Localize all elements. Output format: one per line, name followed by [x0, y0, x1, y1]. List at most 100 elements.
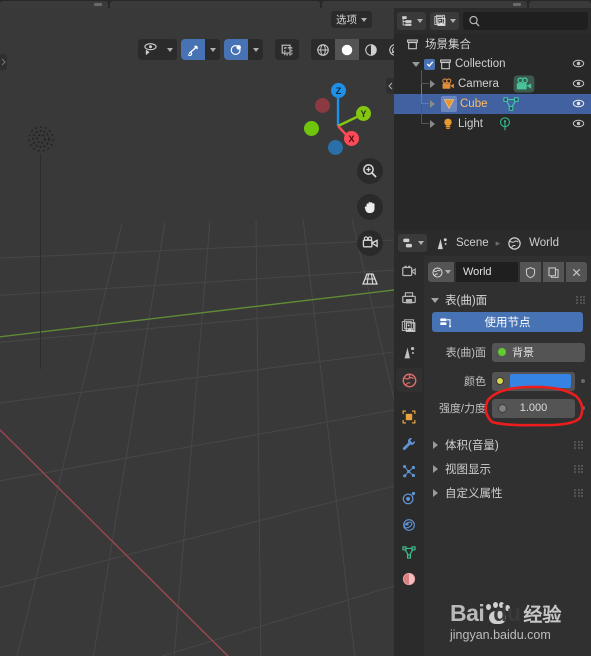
tab-data[interactable] — [396, 540, 422, 564]
outliner-header — [394, 8, 591, 34]
custom-properties-panel-label: 自定义属性 — [445, 488, 503, 500]
window-tab[interactable] — [529, 1, 591, 8]
proportional-dropdown[interactable] — [248, 39, 263, 60]
shield-icon[interactable] — [520, 262, 541, 282]
shading-rendered-icon[interactable] — [383, 39, 394, 60]
snap-magnet-icon[interactable] — [181, 39, 205, 60]
expander-right-icon[interactable] — [430, 100, 435, 108]
color-socket-dot — [496, 377, 504, 385]
window-tab[interactable] — [0, 1, 108, 8]
color-swatch[interactable] — [510, 374, 571, 388]
use-nodes-button[interactable]: 使用节点 — [432, 312, 583, 332]
color-label: 颜色 — [464, 376, 486, 388]
zoom-icon[interactable] — [357, 158, 383, 184]
properties-header: Scene ▸ World — [394, 230, 591, 256]
shader-socket-dot — [498, 348, 506, 356]
expander-down-icon[interactable] — [412, 61, 420, 67]
tab-output[interactable] — [396, 287, 422, 311]
options-dropdown[interactable]: 选项 — [331, 11, 372, 28]
properties-editor-icon[interactable] — [398, 234, 427, 252]
proportional-edit-icon[interactable] — [224, 39, 248, 60]
expander-right-icon[interactable] — [433, 441, 438, 449]
surface-type-row: 表(曲)面 背景 — [430, 341, 585, 363]
display-mode-icon[interactable] — [430, 12, 459, 30]
gizmo-neg-z-axis[interactable] — [328, 140, 343, 155]
expander-right-icon[interactable] — [433, 489, 438, 497]
volume-panel-header[interactable]: 体积(音量) — [424, 433, 591, 457]
visibility-eye-icon[interactable] — [572, 117, 585, 130]
surface-panel-header[interactable]: 表(曲)面 — [424, 289, 591, 311]
window-tab[interactable] — [322, 1, 527, 8]
tab-view-layer[interactable] — [396, 314, 422, 338]
camera-data-icon[interactable] — [513, 75, 535, 93]
breadcrumb-scene[interactable]: Scene — [456, 237, 489, 249]
visibility-eye-icon[interactable] — [572, 77, 585, 90]
tab-physics[interactable] — [396, 486, 422, 510]
color-field[interactable] — [492, 371, 575, 391]
tab-modifiers[interactable] — [396, 432, 422, 456]
camera-view-icon[interactable] — [357, 230, 383, 256]
toggle-ortho-grid-icon[interactable] — [357, 266, 383, 292]
gizmo-z-axis[interactable]: Z — [331, 83, 346, 98]
outliner-row-camera[interactable]: Camera — [394, 70, 591, 94]
3d-viewport[interactable]: 选项 Z Y X — [0, 8, 394, 656]
collection-checkbox[interactable] — [424, 58, 435, 70]
expander-down-icon[interactable] — [431, 297, 439, 303]
gizmo-x-axis[interactable]: X — [344, 131, 359, 146]
viewport-display-panel-header[interactable]: 视图显示 — [424, 457, 591, 481]
watermark-brand: Bai du 经验 — [450, 600, 561, 627]
object-visibility-icon[interactable] — [138, 39, 162, 60]
overlays-icon[interactable] — [275, 39, 299, 60]
tab-render[interactable] — [396, 260, 422, 284]
visibility-eye-icon[interactable] — [572, 57, 585, 70]
visibility-dropdown[interactable] — [162, 39, 177, 60]
light-data-icon[interactable] — [497, 116, 513, 132]
tab-material[interactable] — [396, 567, 422, 591]
outliner-row-light[interactable]: Light — [394, 104, 591, 134]
duplicate-icon[interactable] — [543, 262, 564, 282]
shading-wireframe-icon[interactable] — [311, 39, 335, 60]
outliner-editor-icon[interactable] — [397, 12, 426, 30]
gizmo-neg-y-axis[interactable] — [315, 98, 330, 113]
tab-constraints[interactable] — [396, 513, 422, 537]
visibility-eye-icon[interactable] — [572, 97, 585, 110]
shading-solid-icon[interactable] — [335, 39, 359, 60]
breadcrumb-world[interactable]: World — [529, 237, 559, 249]
snap-dropdown[interactable] — [205, 39, 220, 60]
tab-object[interactable] — [396, 405, 422, 429]
expander-right-icon[interactable] — [430, 120, 435, 128]
navigation-gizmo[interactable]: Z Y X — [300, 74, 376, 155]
window-tab[interactable] — [110, 1, 320, 8]
outliner-row-cube[interactable]: Cube — [394, 84, 591, 114]
expander-right-icon[interactable] — [433, 465, 438, 473]
animate-property-dot[interactable] — [581, 406, 585, 410]
outliner-editor[interactable]: 场景集合 Collection Camera Cube Light — [394, 8, 591, 230]
mesh-data-icon[interactable] — [502, 96, 520, 112]
outliner-row-collection[interactable]: Collection — [394, 54, 591, 74]
outliner-row-scene-collection[interactable]: 场景集合 — [394, 34, 591, 54]
light-object-gizmo[interactable] — [25, 123, 57, 155]
viewport-toolbar-toggle[interactable] — [0, 54, 7, 70]
custom-properties-panel-header[interactable]: 自定义属性 — [424, 481, 591, 505]
search-input[interactable] — [463, 12, 588, 30]
world-browse-icon[interactable] — [428, 262, 454, 282]
use-nodes-label: 使用节点 — [484, 317, 531, 329]
tab-particles[interactable] — [396, 459, 422, 483]
tab-scene[interactable] — [396, 341, 422, 365]
surface-type-dropdown[interactable]: 背景 — [492, 342, 585, 362]
viewport-sidebar-toggle[interactable] — [386, 78, 394, 94]
gizmo-y-axis[interactable]: Y — [356, 106, 371, 121]
shading-material-icon[interactable] — [359, 39, 383, 60]
strength-value-field[interactable]: 1.000 — [492, 398, 575, 418]
expander-right-icon[interactable] — [430, 80, 435, 88]
tab-world[interactable] — [396, 368, 422, 392]
pan-hand-icon[interactable] — [357, 194, 383, 220]
panel-grip-icon — [574, 441, 583, 449]
strength-label: 强度/力度 — [438, 403, 486, 415]
properties-editor[interactable]: Scene ▸ World World 表(曲)面 使用节点 表(曲)面 背景 … — [394, 230, 591, 656]
viewport-nav-buttons — [357, 158, 383, 292]
gizmo-neg-x-axis[interactable] — [304, 121, 319, 136]
world-name-field[interactable]: World — [456, 262, 518, 282]
close-x-icon[interactable] — [566, 262, 587, 282]
animate-property-dot[interactable] — [581, 379, 585, 383]
